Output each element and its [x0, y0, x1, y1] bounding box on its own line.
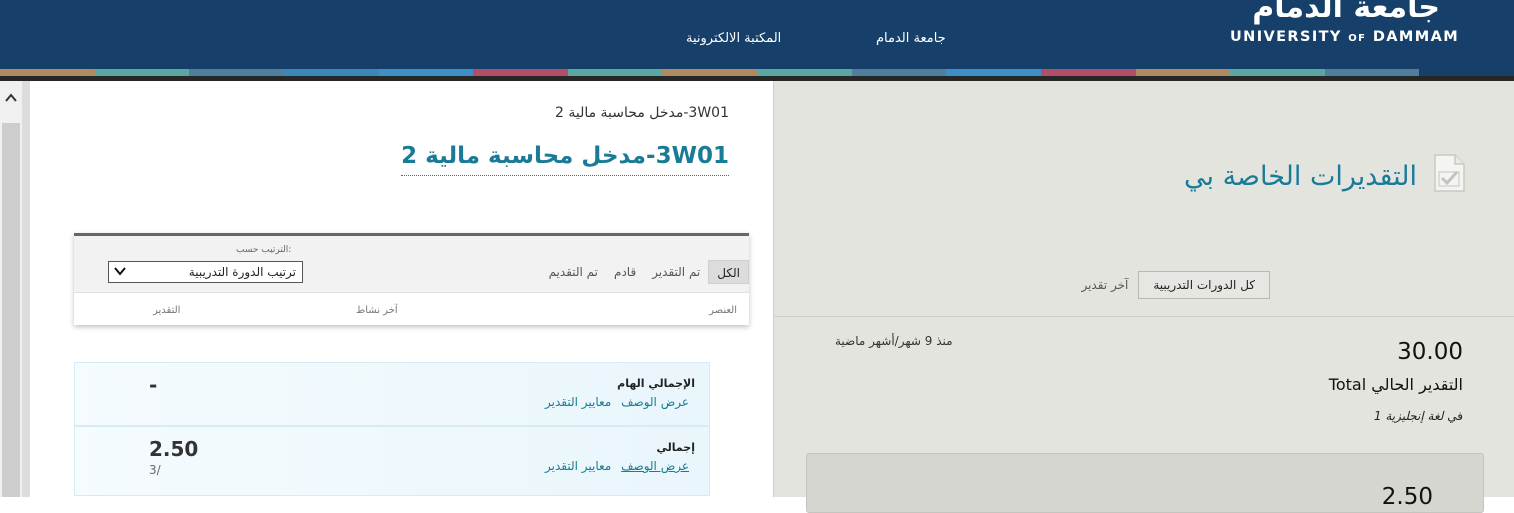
grade-item-title: الإجمالي الهام — [617, 377, 695, 390]
grades-view-tabs: آخر تقدير كل الدورات التدريبية — [1081, 271, 1270, 299]
my-grades-panel: التقديرات الخاصة بي آخر تقدير كل الدورات… — [773, 81, 1514, 513]
grade-value: - — [149, 373, 158, 397]
scroll-up-icon[interactable] — [2, 89, 20, 107]
logo-word-dammam: DAMMAM — [1372, 29, 1460, 45]
color-strip-segment — [189, 69, 284, 76]
chevron-down-icon — [113, 264, 127, 278]
color-strip-segment — [567, 69, 663, 76]
filter-tab-upcoming[interactable]: قادم — [606, 260, 644, 284]
sort-select[interactable]: ترتيب الدورة التدريبية — [108, 261, 303, 283]
view-description-link[interactable]: عرض الوصف — [621, 459, 689, 473]
scrollbar-track[interactable] — [0, 81, 22, 497]
color-strip-segment — [94, 69, 190, 76]
color-strip-segment — [378, 69, 474, 76]
course-title[interactable]: 3W01-مدخل محاسبة مالية 2 — [401, 141, 729, 176]
grade-item-links: عرض الوصف معايير التقدير — [539, 395, 689, 409]
grade-value: 2.50 — [149, 437, 199, 461]
color-strip-segment — [1324, 69, 1420, 76]
current-grade-value: 30.00 — [1397, 339, 1463, 365]
grade-row: الإجمالي الهام عرض الوصف معايير التقدير … — [74, 362, 710, 426]
last-activity-time: منذ 9 شهر/أشهر ماضية — [835, 334, 953, 348]
nav-link-university[interactable]: جامعة الدمام — [876, 31, 946, 46]
color-strip-segment — [1135, 69, 1231, 76]
view-description-link[interactable]: عرض الوصف — [621, 395, 689, 409]
grade-item-links: عرض الوصف معايير التقدير — [539, 459, 689, 473]
color-strip-segment — [1230, 69, 1325, 76]
logo-word-university: UNIVERSITY — [1230, 29, 1342, 45]
university-logo[interactable]: جامعة الدمام UNIVERSITY OF DAMMAM — [1228, 0, 1478, 48]
header-color-strip — [0, 69, 1514, 76]
color-strip-segment — [1040, 69, 1136, 76]
breadcrumb: 3W01-مدخل محاسبة مالية 2 — [554, 105, 729, 121]
course-reference: في لغة إنجليزية 1 — [1374, 409, 1463, 423]
rubric-link[interactable]: معايير التقدير — [545, 395, 611, 409]
top-nav: المكتبة الالكترونية جامعة الدمام — [686, 31, 946, 51]
left-scroll-gutter — [0, 81, 30, 497]
course-grades-panel: 3W01-مدخل محاسبة مالية 2 3W01-مدخل محاسب… — [30, 81, 773, 497]
scrollbar-thumb[interactable] — [2, 123, 20, 497]
rubric-link[interactable]: معايير التقدير — [545, 459, 611, 473]
grade-out-of: 3/ — [149, 463, 161, 477]
filter-panel: الكل تم التقدير قادم تم التقديم الترتيب … — [74, 233, 749, 325]
divider — [774, 316, 1514, 317]
logo-english-text: UNIVERSITY OF DAMMAM — [1230, 29, 1459, 47]
column-header-grade[interactable]: التقدير — [153, 305, 180, 316]
course-reference-name[interactable]: لغة إنجليزية 1 — [1374, 409, 1444, 423]
course-reference-prefix: في — [1447, 409, 1463, 423]
filter-tab-graded[interactable]: تم التقدير — [644, 260, 708, 284]
color-strip-segment — [757, 69, 852, 76]
tab-last-graded[interactable]: آخر تقدير — [1081, 278, 1128, 292]
grade-item-title: إجمالي — [656, 441, 695, 454]
color-strip-segment — [662, 69, 757, 76]
color-strip-segment — [1419, 69, 1514, 76]
color-strip-segment — [283, 69, 379, 76]
tab-all-courses[interactable]: كل الدورات التدريبية — [1138, 271, 1270, 299]
logo-word-of: OF — [1348, 33, 1367, 44]
filter-tab-submitted[interactable]: تم التقديم — [541, 260, 606, 284]
current-grade-label: التقدير الحالي Total — [1328, 375, 1463, 394]
grade-row: إجمالي عرض الوصف معايير التقدير 2.50 3/ — [74, 426, 710, 496]
grade-card[interactable]: 2.50 — [806, 453, 1484, 513]
color-strip-segment — [0, 69, 95, 76]
grades-document-icon — [1433, 154, 1465, 192]
grade-card-value: 2.50 — [1381, 484, 1433, 510]
filter-tabs: الكل تم التقدير قادم تم التقديم — [541, 260, 749, 284]
color-strip-segment — [851, 69, 947, 76]
top-header: المكتبة الالكترونية جامعة الدمام جامعة ا… — [0, 0, 1514, 69]
color-strip-segment — [946, 69, 1041, 76]
nav-link-elibrary[interactable]: المكتبة الالكترونية — [686, 31, 781, 46]
color-strip-segment — [473, 69, 568, 76]
sort-select-value: ترتيب الدورة التدريبية — [188, 265, 296, 279]
page-title: التقديرات الخاصة بي — [1183, 161, 1417, 192]
logo-arabic-text: جامعة الدمام — [1252, 0, 1440, 25]
filter-tab-all[interactable]: الكل — [708, 260, 749, 284]
column-headers: العنصر آخر نشاط التقدير — [74, 292, 749, 325]
sort-label: الترتيب حسب: — [236, 245, 292, 255]
column-header-item[interactable]: العنصر — [709, 305, 737, 316]
column-header-last-activity[interactable]: آخر نشاط — [356, 305, 398, 316]
